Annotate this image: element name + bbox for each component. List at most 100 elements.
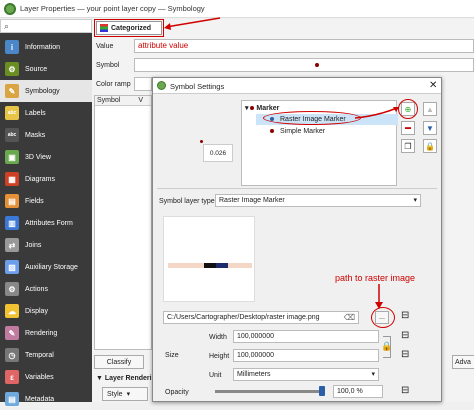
chain-lock-icon[interactable]: 🔒 <box>381 341 392 352</box>
preview-strip-swatch <box>204 263 216 268</box>
symbol-preview: 0.026 <box>203 144 233 162</box>
preview-strip-swatch <box>216 263 228 268</box>
sidebar-item-information[interactable]: i Information <box>0 36 92 58</box>
variables-icon: ε <box>5 370 19 384</box>
width-input[interactable]: 100,000000 <box>233 330 379 343</box>
sidebar-item-display[interactable]: ☁ Display <box>0 300 92 322</box>
window-title: Layer Properties — your point layer copy… <box>20 4 205 13</box>
dropdown-arrow-icon: ▾ <box>371 371 375 378</box>
preview-dot <box>200 140 203 143</box>
data-defined-override-icon[interactable]: ⊟ <box>401 349 409 360</box>
sidebar-item-source[interactable]: ⚙ Source <box>0 58 92 80</box>
layer-rendering-label: Layer Renderi <box>104 375 152 382</box>
sidebar-item-label: 3D View <box>25 153 51 161</box>
opacity-input[interactable]: 100,0 % <box>333 385 383 398</box>
preview-strip-swatch <box>168 263 180 268</box>
symbol-button[interactable] <box>134 58 474 72</box>
sidebar-item-symbology[interactable]: ✎ Symbology <box>0 80 92 102</box>
tree-item-simple-marker[interactable]: Simple Marker <box>256 126 398 137</box>
close-icon[interactable]: ✕ <box>429 80 437 91</box>
height-label: Height <box>209 353 230 360</box>
unit-select[interactable]: Millimeters ▾ <box>233 368 379 381</box>
masks-icon: abc <box>5 128 19 142</box>
simple-marker-icon <box>270 129 274 133</box>
sidebar-item-temporal[interactable]: ◷ Temporal <box>0 344 92 366</box>
sidebar-item-variables[interactable]: ε Variables <box>0 366 92 388</box>
sidebar-item-actions[interactable]: ⚙ Actions <box>0 278 92 300</box>
symbol-layer-type-select[interactable]: Raster Image Marker ▾ <box>215 194 421 207</box>
opacity-label: Opacity <box>165 389 189 396</box>
data-defined-override-icon[interactable]: ⊟ <box>401 385 409 396</box>
annotation-circle-browse <box>371 307 395 328</box>
sidebar-item-label: Rendering <box>25 329 58 337</box>
categories-table[interactable]: Symbol V <box>94 95 152 350</box>
sidebar-item-labels[interactable]: abc Labels <box>0 102 92 124</box>
dialog-title: Symbol Settings <box>170 82 225 91</box>
color-ramp-select[interactable] <box>134 77 152 91</box>
sidebar-item-metadata[interactable]: ▤ Metadata <box>0 388 92 410</box>
unit-value: Millimeters <box>237 371 271 378</box>
clear-icon[interactable]: ⌫ <box>344 313 355 322</box>
sidebar-item-fields[interactable]: ▤ Fields <box>0 190 92 212</box>
sidebar-item-joins[interactable]: ⇄ Joins <box>0 234 92 256</box>
dropdown-arrow-icon: ▾ <box>413 197 417 204</box>
symbology-icon: ✎ <box>5 84 19 98</box>
qgis-logo-icon <box>157 81 166 90</box>
sidebar-item-attributes-form[interactable]: ▥ Attributes Form <box>0 212 92 234</box>
tree-item-label: Simple Marker <box>280 128 326 135</box>
classify-button[interactable]: Classify <box>94 355 144 369</box>
sidebar-item-masks[interactable]: abc Masks <box>0 124 92 146</box>
sidebar-item-label: Attributes Form <box>25 219 73 227</box>
height-input[interactable]: 100,000000 <box>233 349 379 362</box>
size-label: Size <box>165 352 179 359</box>
sidebar-search-input[interactable]: ⌕ <box>0 19 92 33</box>
opacity-slider-track[interactable] <box>215 390 323 393</box>
image-preview-strip <box>168 263 252 268</box>
symbol-label: Symbol <box>96 62 120 69</box>
sidebar-item-3d-view[interactable]: ▣ 3D View <box>0 146 92 168</box>
preview-strip-swatch <box>240 263 252 268</box>
sidebar-item-label: Auxiliary Storage <box>25 263 78 271</box>
sidebar-item-label: Metadata <box>25 395 55 403</box>
value-field[interactable]: attribute value <box>134 39 474 53</box>
height-value: 100,000000 <box>237 352 274 359</box>
diagrams-icon: ▦ <box>5 172 19 186</box>
preview-value: 0.026 <box>209 149 227 157</box>
duplicate-layer-button[interactable]: ❐ <box>401 139 415 153</box>
remove-layer-button[interactable]: ▬ <box>401 121 415 135</box>
tree-root[interactable]: ▾ Marker <box>245 104 279 112</box>
layer-rendering-section[interactable]: ▼ Layer Renderi <box>96 375 152 382</box>
value-text: attribute value <box>138 41 189 50</box>
duplicate-icon: ❐ <box>404 141 412 151</box>
sidebar-item-label: Joins <box>25 241 42 249</box>
image-preview <box>163 216 255 302</box>
annotation-path-text: path to raster image <box>335 273 416 283</box>
annotation-arrow-renderer <box>164 17 221 30</box>
sidebar-item-label: Fields <box>25 197 44 205</box>
move-up-button[interactable]: ▲ <box>423 102 437 116</box>
sidebar-item-diagrams[interactable]: ▦ Diagrams <box>0 168 92 190</box>
joins-icon: ⇄ <box>5 238 19 252</box>
style-button[interactable]: Style ▾ <box>102 387 148 401</box>
fields-icon: ▤ <box>5 194 19 208</box>
sidebar-item-auxiliary-storage[interactable]: ▧ Auxiliary Storage <box>0 256 92 278</box>
opacity-slider-handle[interactable] <box>319 386 325 396</box>
marker-icon <box>250 106 255 111</box>
labels-icon: abc <box>5 106 19 120</box>
move-down-button[interactable]: ▼ <box>423 121 437 135</box>
preview-strip-swatch <box>228 263 240 268</box>
style-label: Style <box>107 390 123 398</box>
sidebar-item-label: Temporal <box>25 351 54 359</box>
data-defined-override-icon[interactable]: ⊟ <box>401 330 409 341</box>
sidebar-item-label: Source <box>25 65 48 73</box>
sidebar-item-label: Symbology <box>25 87 60 95</box>
raster-path-input[interactable]: C:/Users/Cartographer/Desktop/raster ima… <box>163 311 359 324</box>
temporal-icon: ◷ <box>5 348 19 362</box>
table-header-symbol: Symbol <box>97 97 121 104</box>
advanced-button[interactable]: Adva <box>452 355 474 369</box>
lock-layer-button[interactable]: 🔒 <box>423 139 437 153</box>
data-defined-override-icon[interactable]: ⊟ <box>401 310 409 321</box>
opacity-value: 100,0 % <box>337 388 363 395</box>
display-icon: ☁ <box>5 304 19 318</box>
sidebar-item-rendering[interactable]: ✎ Rendering <box>0 322 92 344</box>
